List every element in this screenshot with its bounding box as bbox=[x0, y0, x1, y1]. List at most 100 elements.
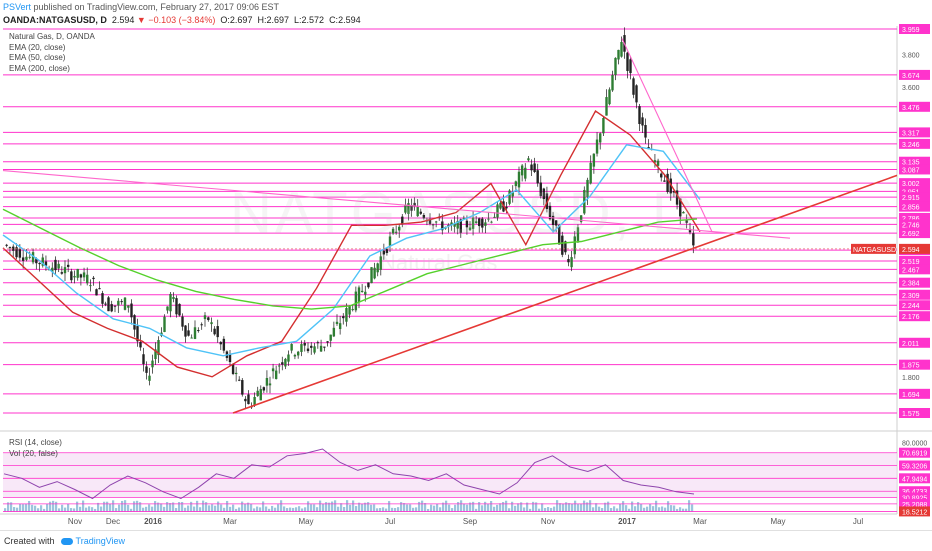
legend-ema20[interactable]: EMA (20, close) bbox=[9, 43, 95, 54]
symbol-label[interactable]: OANDA:NATGASUSD, D bbox=[3, 15, 107, 25]
volume-bar-221 bbox=[667, 501, 670, 512]
candle-body-64 bbox=[207, 317, 210, 321]
y-tick-label-27: 1.694 bbox=[902, 392, 920, 399]
candle-body-54 bbox=[175, 298, 178, 315]
candle-body-74 bbox=[238, 379, 241, 381]
y-tick-label-11: 2.915 bbox=[902, 195, 920, 202]
candle-body-165 bbox=[520, 165, 524, 176]
volume-bar-74 bbox=[226, 500, 229, 512]
candle-body-81 bbox=[259, 389, 262, 401]
candle-body-192 bbox=[605, 97, 608, 116]
rsi-tick-label-2: 59.3206 bbox=[902, 464, 927, 471]
volume-bar-161 bbox=[487, 504, 490, 512]
volume-bar-80 bbox=[244, 503, 247, 512]
candle-body-102 bbox=[326, 341, 329, 343]
volume-bar-6 bbox=[22, 504, 25, 512]
author-link[interactable]: PSVert bbox=[3, 2, 31, 12]
candle-body-61 bbox=[197, 330, 200, 332]
volume-bar-105 bbox=[319, 500, 322, 512]
candle-body-96 bbox=[306, 348, 310, 352]
volume-bar-66 bbox=[202, 500, 205, 512]
candle-body-87 bbox=[278, 365, 281, 367]
x-tick-label-6: Sep bbox=[463, 517, 478, 526]
candle-body-28 bbox=[95, 289, 98, 296]
candle-body-105 bbox=[335, 321, 339, 324]
chart-legend: Natural Gas, D, OANDA EMA (20, close) EM… bbox=[9, 32, 95, 74]
volume-bar-190 bbox=[574, 500, 577, 512]
volume-bar-39 bbox=[121, 500, 124, 512]
candle-body-167 bbox=[527, 158, 530, 161]
volume-bar-16 bbox=[52, 500, 55, 512]
candle-body-30 bbox=[101, 293, 104, 304]
x-tick-label-4: May bbox=[298, 517, 313, 526]
volume-bar-64 bbox=[196, 500, 199, 512]
volume-bar-21 bbox=[67, 503, 70, 512]
low-value: L:2.572 bbox=[294, 15, 325, 25]
candle-body-51 bbox=[166, 306, 169, 311]
volume-bar-215 bbox=[649, 503, 652, 512]
candle-body-188 bbox=[592, 153, 596, 167]
candle-body-66 bbox=[213, 328, 216, 335]
candle-body-82 bbox=[262, 387, 266, 391]
candle-body-71 bbox=[228, 354, 232, 363]
candle-body-90 bbox=[287, 354, 290, 362]
tradingview-link[interactable]: TradingView bbox=[76, 536, 126, 546]
down-arrow-icon: ▼ bbox=[136, 15, 146, 25]
x-tick-label-5: Jul bbox=[385, 517, 395, 526]
candle-body-65 bbox=[210, 322, 213, 325]
y-tick-label-1: 3.800 bbox=[902, 53, 920, 60]
candle-body-201 bbox=[632, 78, 635, 95]
candle-body-42 bbox=[139, 341, 142, 348]
legend-title[interactable]: Natural Gas, D, OANDA bbox=[9, 32, 95, 43]
footer: Created with TradingView bbox=[0, 530, 932, 550]
volume-bar-212 bbox=[640, 503, 643, 512]
volume-bar-15 bbox=[49, 501, 52, 512]
candle-body-200 bbox=[629, 59, 632, 74]
legend-ema50[interactable]: EMA (50, close) bbox=[9, 53, 95, 64]
candle-body-10 bbox=[38, 262, 41, 265]
candle-body-104 bbox=[332, 327, 336, 337]
candle-body-199 bbox=[626, 52, 629, 71]
candle-body-86 bbox=[274, 370, 278, 380]
volume-bar-139 bbox=[421, 500, 424, 512]
last-price-tag: 2.594 bbox=[902, 247, 920, 254]
candle-body-4 bbox=[18, 248, 22, 258]
y-tick-label-19: 2.467 bbox=[902, 267, 920, 274]
volume-bar-140 bbox=[424, 503, 427, 512]
volume-bar-191 bbox=[577, 504, 580, 512]
candle-body-204 bbox=[641, 117, 644, 126]
candle-body-89 bbox=[284, 358, 287, 367]
volume-bar-176 bbox=[532, 501, 535, 512]
candle-body-99 bbox=[316, 342, 320, 344]
x-tick-label-10: May bbox=[770, 517, 785, 526]
candle-body-189 bbox=[595, 139, 599, 154]
candle-body-60 bbox=[193, 327, 197, 339]
volume-bar-55 bbox=[169, 503, 172, 512]
volume-bar-209 bbox=[631, 501, 634, 512]
volume-bar-188 bbox=[568, 503, 571, 512]
x-tick-label-0: Nov bbox=[68, 517, 82, 526]
volume-bar-162 bbox=[490, 501, 493, 512]
candle-body-191 bbox=[602, 117, 605, 134]
candle-body-193 bbox=[608, 89, 611, 105]
candle-body-23 bbox=[79, 274, 83, 278]
candle-body-88 bbox=[281, 362, 284, 365]
candle-body-76 bbox=[244, 398, 247, 402]
candle-body-35 bbox=[117, 300, 120, 306]
x-tick-label-1: Dec bbox=[106, 517, 120, 526]
candle-body-108 bbox=[345, 308, 348, 322]
volume-bar-71 bbox=[217, 501, 220, 512]
candle-body-21 bbox=[73, 275, 76, 278]
volume-bar-192 bbox=[580, 504, 583, 512]
volume-bar-14 bbox=[46, 503, 49, 512]
volume-bar-106 bbox=[322, 503, 325, 512]
volume-bar-169 bbox=[511, 501, 514, 512]
volume-bar-109 bbox=[331, 501, 334, 512]
legend-ema200[interactable]: EMA (200, close) bbox=[9, 64, 95, 75]
volume-bar-41 bbox=[127, 504, 130, 512]
candle-body-194 bbox=[611, 74, 614, 91]
candle-body-210 bbox=[660, 173, 663, 178]
candle-body-114 bbox=[364, 291, 367, 295]
candle-body-195 bbox=[614, 57, 617, 76]
y-tick-label-12: 2.856 bbox=[902, 205, 920, 212]
